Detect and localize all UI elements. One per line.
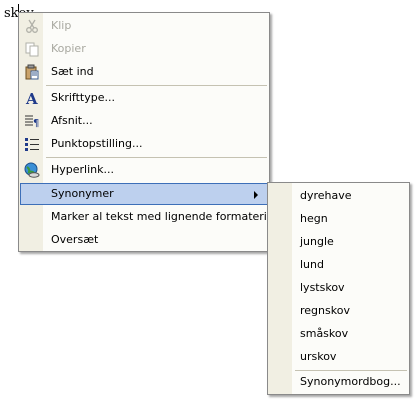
menu-item-label: Hyperlink...	[51, 163, 114, 176]
font-icon: A	[24, 90, 40, 108]
synonym-item[interactable]: dyrehave	[269, 185, 408, 207]
synonym-label: urskov	[300, 350, 337, 363]
thesaurus-label: Synonymordbog...	[300, 375, 401, 388]
paste-icon	[24, 64, 40, 80]
scissors-icon	[24, 18, 40, 34]
synonym-label: småskov	[300, 327, 349, 340]
menu-item-label: Marker al tekst med lignende formatering	[51, 210, 281, 223]
synonym-item[interactable]: småskov	[269, 323, 408, 345]
menu-item-label: Synonymer	[51, 187, 114, 200]
synonym-label: dyrehave	[300, 189, 352, 202]
synonym-label: lystskov	[300, 281, 345, 294]
menu-item-bullets[interactable]: Punktopstilling...	[20, 133, 268, 155]
menu-item-label: Sæt ind	[51, 65, 94, 78]
menu-separator	[46, 85, 267, 86]
menu-item-label: Klip	[51, 19, 72, 32]
synonym-item[interactable]: lund	[269, 254, 408, 276]
menu-item-synonyms[interactable]: Synonymer	[20, 183, 268, 205]
menu-item-label: Skrifttype...	[51, 91, 115, 104]
menu-item-label: Kopier	[51, 42, 86, 55]
menu-item-paragraph[interactable]: ¶ Afsnit...	[20, 110, 268, 132]
menu-item-label: Afsnit...	[51, 114, 93, 127]
paragraph-icon: ¶	[24, 113, 40, 129]
synonym-item[interactable]: urskov	[269, 346, 408, 368]
svg-text:A: A	[25, 90, 38, 106]
synonym-item[interactable]: lystskov	[269, 277, 408, 299]
synonym-label: hegn	[300, 212, 328, 225]
synonyms-submenu: dyrehave hegn jungle lund lystskov regns…	[267, 182, 410, 395]
menu-separator	[46, 157, 267, 158]
synonym-label: lund	[300, 258, 324, 271]
menu-item-hyperlink[interactable]: Hyperlink...	[20, 159, 268, 181]
synonym-item[interactable]: regnskov	[269, 300, 408, 322]
copy-icon	[24, 41, 40, 57]
bullets-icon	[24, 136, 40, 152]
synonym-label: jungle	[300, 235, 334, 248]
synonym-item[interactable]: jungle	[269, 231, 408, 253]
hyperlink-icon	[24, 162, 40, 178]
synonym-item[interactable]: hegn	[269, 208, 408, 230]
context-menu: Klip Kopier Sæt ind A Skrifttype... ¶ Af…	[18, 12, 281, 252]
menu-item-translate[interactable]: Oversæt	[20, 229, 268, 251]
submenu-arrow-icon	[254, 191, 258, 199]
menu-item-select-similar[interactable]: Marker al tekst med lignende formatering	[20, 206, 281, 228]
menu-item-label: Oversæt	[51, 233, 99, 246]
menu-item-cut: Klip	[20, 15, 268, 37]
menu-item-thesaurus[interactable]: Synonymordbog...	[269, 371, 408, 393]
menu-item-paste[interactable]: Sæt ind	[20, 61, 268, 83]
menu-item-copy: Kopier	[20, 38, 268, 60]
menu-item-label: Punktopstilling...	[51, 137, 143, 150]
synonym-label: regnskov	[300, 304, 350, 317]
menu-item-font[interactable]: A Skrifttype...	[20, 87, 268, 109]
svg-text:¶: ¶	[33, 118, 39, 129]
